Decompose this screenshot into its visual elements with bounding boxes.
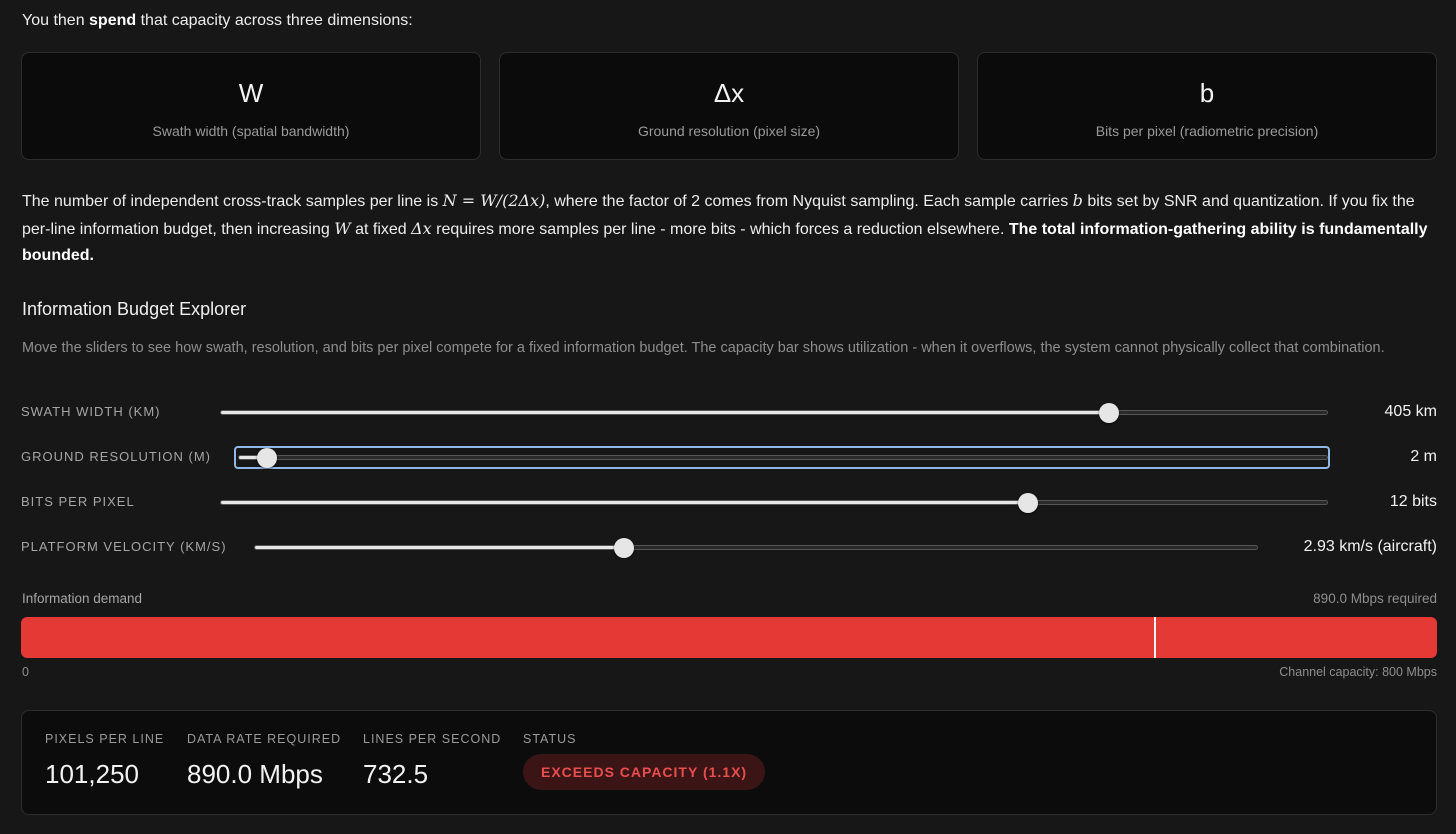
formula-n: N = W/(2Δx) — [442, 191, 546, 210]
information-demand-label: Information demand — [22, 591, 143, 606]
paragraph-text: at fixed — [350, 220, 412, 238]
formula-b: b — [1072, 191, 1083, 210]
slider-row-velocity: PLATFORM VELOCITY (KM/S) 2.93 km/s (airc… — [21, 532, 1437, 562]
slider-thumb[interactable] — [257, 447, 278, 468]
dimension-symbol: W — [238, 78, 264, 108]
slider-fill — [221, 411, 1110, 414]
slider-label-bits: BITS PER PIXEL — [21, 494, 135, 509]
slider-fill — [221, 501, 1029, 504]
intro-text: You then spend that capacity across thre… — [22, 11, 413, 31]
stat-lines-per-second: LINES PER SECOND 732.5 — [363, 731, 501, 789]
stat-value: 101,250 — [45, 759, 139, 789]
slider-label-velocity: PLATFORM VELOCITY (KM/S) — [21, 539, 227, 554]
intro-text-bold: spend — [89, 12, 137, 29]
slider-value-bits: 12 bits — [1389, 493, 1437, 510]
paragraph-text: requires more samples per line - more bi… — [431, 220, 1009, 238]
dimension-label: Ground resolution (pixel size) — [637, 123, 821, 139]
paragraph-text: The number of independent cross-track sa… — [22, 193, 443, 210]
stat-status: STATUS EXCEEDS CAPACITY (1.1X) — [523, 731, 766, 790]
dimension-card-bits: b Bits per pixel (radiometric precision) — [977, 52, 1437, 160]
capacity-bar — [21, 617, 1437, 658]
dimension-symbol: Δx — [713, 78, 745, 108]
slider-row-bits: BITS PER PIXEL 12 bits — [21, 487, 1437, 517]
slider-label-resolution: GROUND RESOLUTION (M) — [21, 449, 211, 464]
stat-label: DATA RATE REQUIRED — [187, 732, 342, 746]
bits-per-pixel-slider[interactable] — [220, 492, 1328, 513]
swath-width-slider[interactable] — [220, 402, 1328, 423]
dimension-symbol: b — [1199, 78, 1215, 108]
ground-resolution-slider[interactable] — [238, 447, 1328, 468]
dimension-card-swath: W Swath width (spatial bandwidth) — [21, 52, 481, 160]
slider-label-swath: SWATH WIDTH (KM) — [21, 404, 161, 419]
capacity-bar-fill — [21, 617, 1437, 658]
status-badge: EXCEEDS CAPACITY (1.1X) — [523, 754, 766, 790]
stat-label: STATUS — [523, 732, 577, 746]
intro-text-start: You then — [22, 12, 90, 29]
stat-label: LINES PER SECOND — [363, 732, 502, 746]
stat-value: 732.5 — [363, 759, 429, 789]
slider-value-velocity: 2.93 km/s (aircraft) — [1303, 538, 1437, 555]
slider-thumb[interactable] — [1018, 492, 1039, 513]
channel-capacity-label: Channel capacity: 800 Mbps — [1279, 665, 1437, 679]
intro-text-end: that capacity across three dimensions: — [136, 12, 413, 29]
formula-w: W — [334, 218, 351, 238]
capacity-scale-zero: 0 — [22, 665, 29, 679]
slider-value-swath: 405 km — [1384, 403, 1437, 420]
stat-value: 890.0 Mbps — [187, 759, 323, 789]
explanation-paragraph: The number of independent cross-track sa… — [22, 188, 1438, 270]
platform-velocity-slider[interactable] — [254, 537, 1258, 558]
stat-data-rate: DATA RATE REQUIRED 890.0 Mbps — [187, 731, 341, 789]
dimension-label: Swath width (spatial bandwidth) — [152, 123, 350, 139]
explorer-description: Move the sliders to see how swath, resol… — [22, 340, 1385, 356]
slider-thumb[interactable] — [1099, 402, 1120, 423]
dimension-label: Bits per pixel (radiometric precision) — [1095, 123, 1319, 139]
slider-thumb[interactable] — [613, 537, 634, 558]
explorer-title: Information Budget Explorer — [22, 299, 247, 319]
demand-required-text: 890.0 Mbps required — [1313, 591, 1437, 606]
dimension-card-resolution: Δx Ground resolution (pixel size) — [499, 52, 959, 160]
slider-row-swath: SWATH WIDTH (KM) 405 km — [21, 397, 1437, 427]
stats-panel: PIXELS PER LINE 101,250 DATA RATE REQUIR… — [21, 710, 1437, 815]
formula-dx: Δx — [411, 218, 432, 238]
slider-row-resolution: GROUND RESOLUTION (M) 2 m — [21, 442, 1437, 472]
capacity-limit-marker — [1153, 617, 1156, 658]
paragraph-text: , where the factor of 2 comes from Nyqui… — [545, 193, 1073, 210]
dimension-cards: W Swath width (spatial bandwidth) Δx Gro… — [21, 52, 1437, 160]
stat-pixels-per-line: PIXELS PER LINE 101,250 — [45, 731, 164, 789]
stat-label: PIXELS PER LINE — [45, 732, 165, 746]
slider-fill — [255, 546, 624, 549]
slider-value-resolution: 2 m — [1410, 448, 1437, 465]
